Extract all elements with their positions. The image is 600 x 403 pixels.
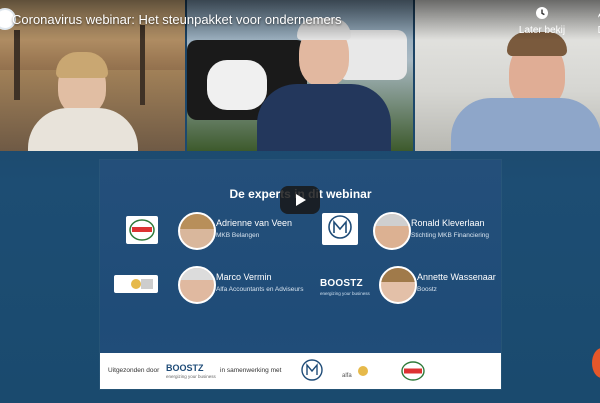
expert-name: Annette Wassenaar <box>417 272 496 282</box>
play-icon <box>296 194 306 206</box>
expert-org: Boostz <box>417 286 437 293</box>
expert-org: Alfa Accountants en Adviseurs <box>216 286 304 293</box>
slide-footer: Uitgezonden door BOOSTZ energizing your … <box>100 353 501 389</box>
share-arrow-icon <box>584 6 600 23</box>
boostz-tagline: energizing your business <box>320 291 370 296</box>
expert-photo-annette <box>379 266 417 304</box>
alfa-logo <box>114 275 158 293</box>
share-button[interactable]: De <box>584 4 600 40</box>
expert-org: MKB Belangen <box>216 232 260 239</box>
expert-name: Marco Vermin <box>216 272 272 282</box>
expert-photo-adrienne <box>178 212 216 250</box>
footer-boostz-tagline: energizing your business <box>166 374 216 379</box>
footer-mkb-financiering-logo <box>298 357 326 390</box>
footer-mkb-belangen-logo <box>400 359 426 388</box>
video-title-bar: Coronavirus webinar: Het steunpakket voo… <box>0 0 600 40</box>
boostz-logo: BOOSTZ <box>320 278 363 289</box>
play-button[interactable] <box>280 186 320 214</box>
expert-photo-ronald <box>373 212 411 250</box>
expert-photo-marco <box>178 266 216 304</box>
side-badge <box>592 348 600 378</box>
video-title[interactable]: Coronavirus webinar: Het steunpakket voo… <box>12 12 342 27</box>
footer-alfa-text: alfa <box>342 373 352 379</box>
watch-later-button[interactable]: Later bekij <box>514 4 570 40</box>
mkb-belangen-logo <box>126 216 158 244</box>
expert-org: Stichting MKB Financiering <box>411 232 490 239</box>
footer-boostz-logo: BOOSTZ <box>166 363 204 373</box>
expert-name: Adrienne van Veen <box>216 218 293 228</box>
video-player[interactable]: Coronavirus webinar: Het steunpakket voo… <box>0 0 600 403</box>
watch-later-label: Later bekij <box>518 25 566 36</box>
footer-alfa-logo: alfa <box>342 364 376 379</box>
clock-icon <box>514 6 570 23</box>
broadcast-by-text: Uitgezonden door <box>108 367 160 374</box>
mkb-financiering-logo <box>322 213 358 245</box>
expert-name: Ronald Kleverlaan <box>411 218 485 228</box>
collab-text: in samenwerking met <box>220 367 282 374</box>
